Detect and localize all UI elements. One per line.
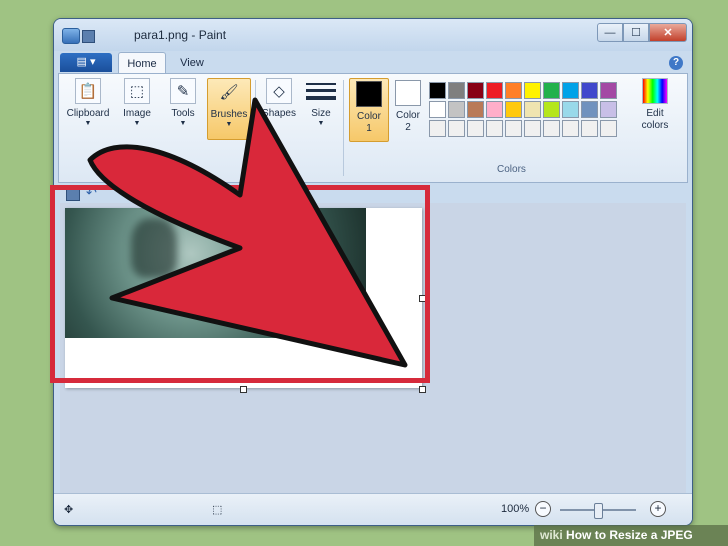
watermark-logo: wiki bbox=[540, 528, 563, 542]
pointer-arrow-overlay bbox=[87, 97, 408, 368]
watermark-title: How to Resize a JPEG bbox=[566, 528, 693, 542]
watermark: wiki How to Resize a JPEG bbox=[534, 525, 728, 546]
red-arrow-shape bbox=[87, 97, 408, 368]
